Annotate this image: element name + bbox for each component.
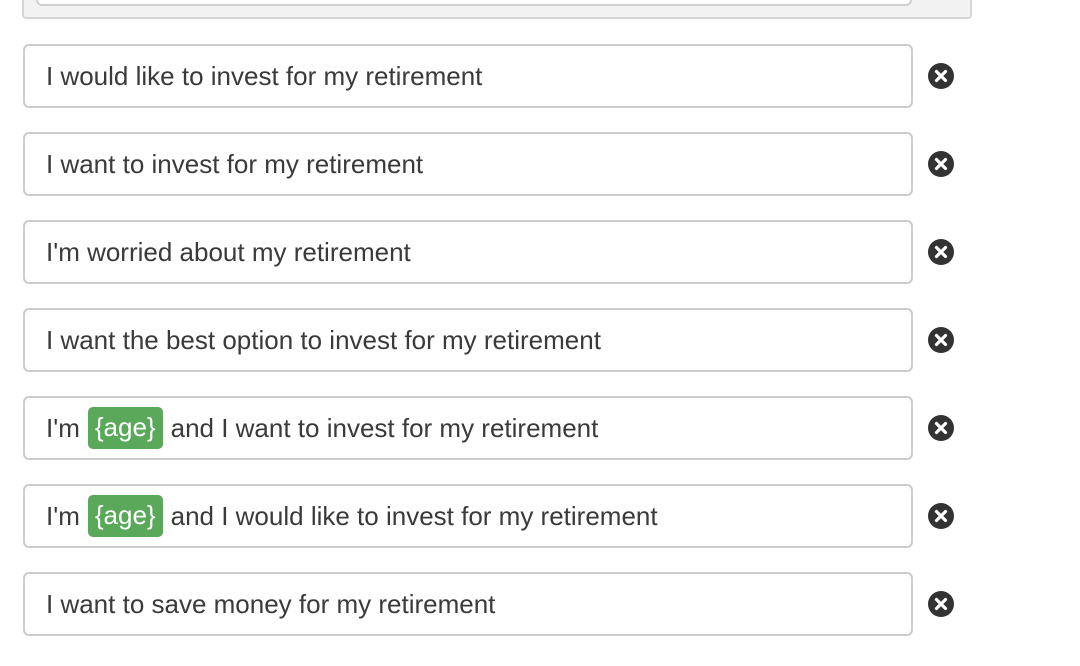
parameter-tag[interactable]: {age} <box>87 495 163 537</box>
phrase-row: I'm worried about my retirement <box>23 220 983 284</box>
phrase-row: I want to invest for my retirement <box>23 132 983 196</box>
phrase-text: and I would like to invest for my retire… <box>170 500 658 531</box>
close-circle-icon <box>928 63 954 89</box>
close-circle-icon <box>928 415 954 441</box>
close-circle-icon <box>928 151 954 177</box>
remove-phrase-button[interactable] <box>927 150 955 178</box>
remove-phrase-button[interactable] <box>927 238 955 266</box>
phrase-row: I want to save money for my retirement <box>23 572 983 636</box>
phrase-row: I want the best option to invest for my … <box>23 308 983 372</box>
phrase-list: I would like to invest for my retirement… <box>23 44 983 660</box>
phrase-text: I'm worried about my retirement <box>46 236 411 267</box>
phrase-input[interactable]: I'm worried about my retirement <box>23 220 913 284</box>
phrase-text: I want to save money for my retirement <box>46 588 496 619</box>
phrase-input[interactable]: I would like to invest for my retirement <box>23 44 913 108</box>
phrase-input[interactable]: I want the best option to invest for my … <box>23 308 913 372</box>
remove-phrase-button[interactable] <box>927 502 955 530</box>
close-circle-icon <box>928 327 954 353</box>
phrase-text: I want the best option to invest for my … <box>46 324 601 355</box>
phrase-input[interactable]: I want to invest for my retirement <box>23 132 913 196</box>
phrase-text: and I want to invest for my retirement <box>170 412 599 443</box>
remove-phrase-button[interactable] <box>927 414 955 442</box>
parameter-tag[interactable]: {age} <box>87 407 163 449</box>
training-phrases-panel: I would like to invest for my retirement… <box>0 0 1080 666</box>
remove-phrase-button[interactable] <box>927 326 955 354</box>
remove-phrase-button[interactable] <box>927 62 955 90</box>
phrase-input[interactable]: I'm {age} and I want to invest for my reti… <box>23 396 913 460</box>
phrase-row: I would like to invest for my retirement <box>23 44 983 108</box>
close-circle-icon <box>928 591 954 617</box>
close-circle-icon <box>928 239 954 265</box>
new-phrase-container <box>22 0 972 19</box>
phrase-row: I'm {age} and I would like to invest for m… <box>23 484 983 548</box>
phrase-input[interactable]: I'm {age} and I would like to invest for m… <box>23 484 913 548</box>
phrase-text: I'm <box>46 412 80 443</box>
phrase-text: I'm <box>46 500 80 531</box>
phrase-text: I want to invest for my retirement <box>46 148 424 179</box>
new-phrase-input[interactable] <box>36 0 912 6</box>
close-circle-icon <box>928 503 954 529</box>
phrase-text: I would like to invest for my retirement <box>46 60 483 91</box>
phrase-row: I'm {age} and I want to invest for my reti… <box>23 396 983 460</box>
phrase-input[interactable]: I want to save money for my retirement <box>23 572 913 636</box>
remove-phrase-button[interactable] <box>927 590 955 618</box>
